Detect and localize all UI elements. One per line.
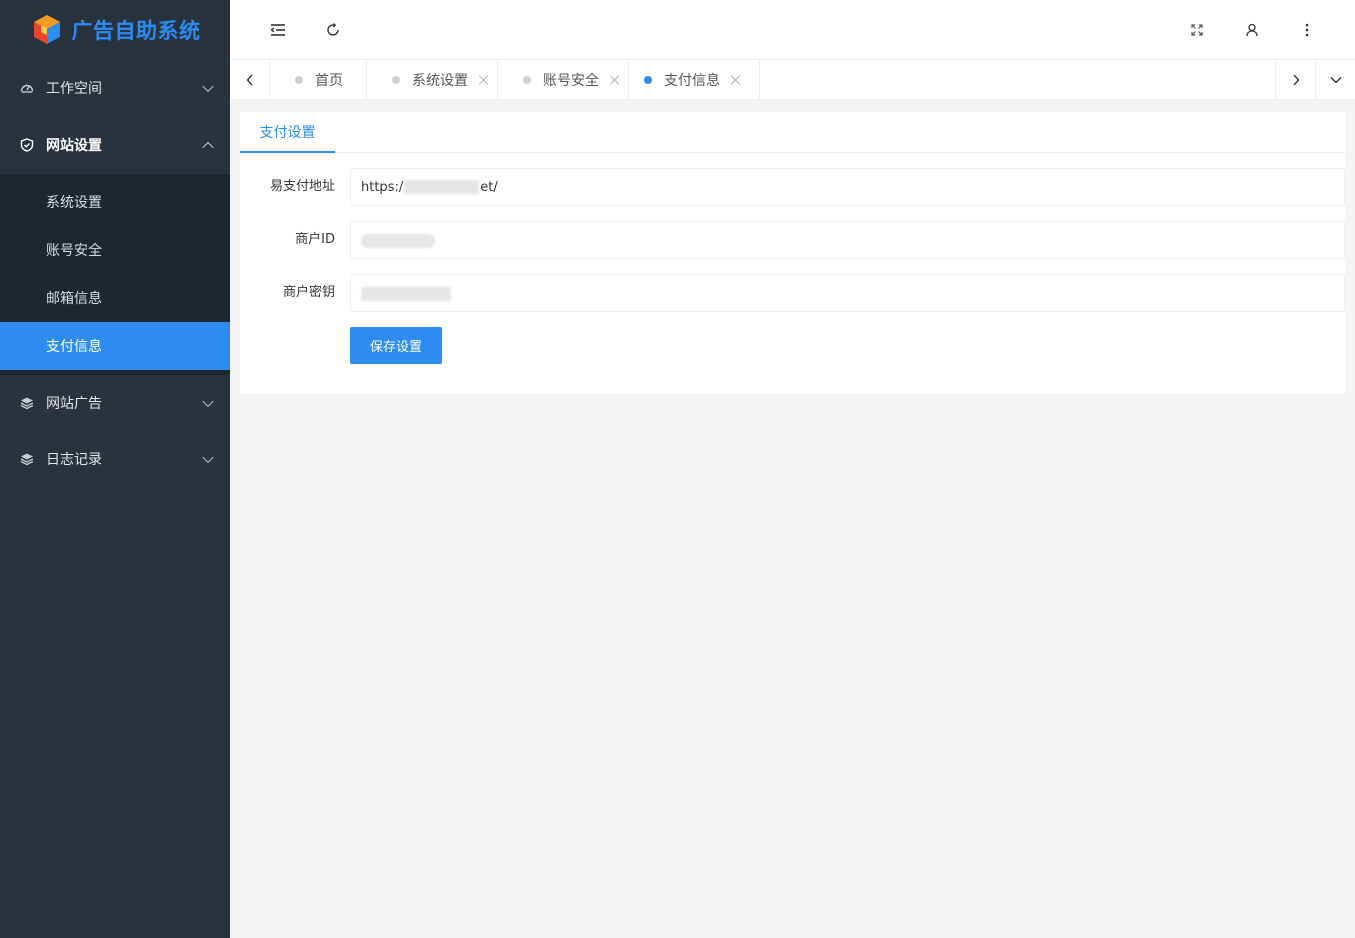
tab-label: 系统设置 [412,73,468,89]
tab-status-dot [295,76,303,84]
merchant-key-input[interactable] [350,274,1345,312]
sidebar-item-payment-info[interactable]: 支付信息 [0,322,230,370]
form-row-merchant-id: 商户ID [240,221,1345,259]
tab-label: 首页 [315,73,343,89]
sidebar-item-label: 支付信息 [46,339,102,355]
tab-status-dot [523,76,531,84]
tabs-menu-dropdown-button[interactable] [1315,60,1355,100]
tabs-scroll-left-button[interactable] [230,60,270,100]
tab-home[interactable]: 首页 [270,60,367,100]
sidebar-item-email-info[interactable]: 邮箱信息 [0,274,230,322]
redacted-text [361,287,451,301]
shield-check-icon [20,138,34,152]
nav-group-logs[interactable]: 日志记录 [0,431,230,487]
form-row-merchant-key: 商户密钥 [240,274,1345,312]
close-icon[interactable] [730,74,742,86]
payment-settings-card: 支付设置 易支付地址 https:/ et/ 商户ID 商户密钥 保存设置 [240,112,1345,394]
tabs-scroll-right-button[interactable] [1275,60,1315,100]
site-settings-submenu: 系统设置 账号安全 邮箱信息 支付信息 [0,174,230,375]
redacted-text [361,234,435,248]
nav-group-label: 工作空间 [46,81,102,97]
sidebar-item-account-security[interactable]: 账号安全 [0,226,230,274]
epay-url-prefix: https:/ [361,179,404,195]
tab-account-security[interactable]: 账号安全 [498,60,629,100]
dashboard-icon [20,81,34,95]
sidebar-item-label: 账号安全 [46,243,102,259]
chevron-down-icon [202,395,214,408]
tab-label: 账号安全 [543,73,599,89]
sidebar-item-label: 系统设置 [46,195,102,211]
chevron-down-icon [202,80,214,93]
card-tab-header: 支付设置 [240,112,1345,153]
nav-group-workspace[interactable]: 工作空间 [0,60,230,116]
tab-payment-info[interactable]: 支付信息 [629,60,760,100]
close-icon[interactable] [609,74,621,86]
fullscreen-icon[interactable] [1187,20,1207,40]
epay-url-input[interactable]: https:/ et/ [350,168,1345,206]
chevron-down-icon [202,451,214,464]
sidebar: 广告自助系统 工作空间 网站设置 系统设置 账号安全 邮箱信息 支付信息 网站广… [0,0,230,938]
nav-group-label: 网站广告 [46,396,102,412]
save-settings-button[interactable]: 保存设置 [350,327,442,364]
logo[interactable]: 广告自助系统 [0,0,230,60]
top-header [230,0,1355,60]
epay-url-suffix: et/ [480,179,498,195]
sidebar-item-label: 邮箱信息 [46,291,102,307]
close-icon[interactable] [478,74,490,86]
app-title: 广告自助系统 [71,19,201,43]
field-label: 商户密钥 [282,285,335,300]
sidebar-item-system-settings[interactable]: 系统设置 [0,178,230,226]
tab-system-settings[interactable]: 系统设置 [367,60,498,100]
layers-icon [20,452,34,466]
field-label: 商户ID [295,232,335,247]
menu-fold-icon[interactable] [268,20,288,40]
nav-group-label: 日志记录 [46,452,102,468]
redacted-text [404,180,480,194]
tab-label: 支付信息 [664,73,720,89]
layers-icon [20,396,34,410]
nav-group-site-settings[interactable]: 网站设置 [0,116,230,174]
refresh-icon[interactable] [323,20,343,40]
form-row-epay-url: 易支付地址 https:/ et/ [240,168,1345,206]
merchant-id-input[interactable] [350,221,1345,259]
tab-status-dot [392,76,400,84]
chevron-up-icon [202,141,214,154]
field-label: 易支付地址 [269,179,335,194]
more-vertical-icon[interactable] [1297,20,1317,40]
nav-group-label: 网站设置 [46,138,102,154]
nav-group-site-ads[interactable]: 网站广告 [0,375,230,431]
user-icon[interactable] [1242,20,1262,40]
logo-mark-icon [30,13,64,47]
tab-status-dot [644,76,652,84]
page-tabs-bar: 首页 系统设置 账号安全 支付信息 [230,60,1355,100]
tab-payment-settings[interactable]: 支付设置 [240,112,335,153]
